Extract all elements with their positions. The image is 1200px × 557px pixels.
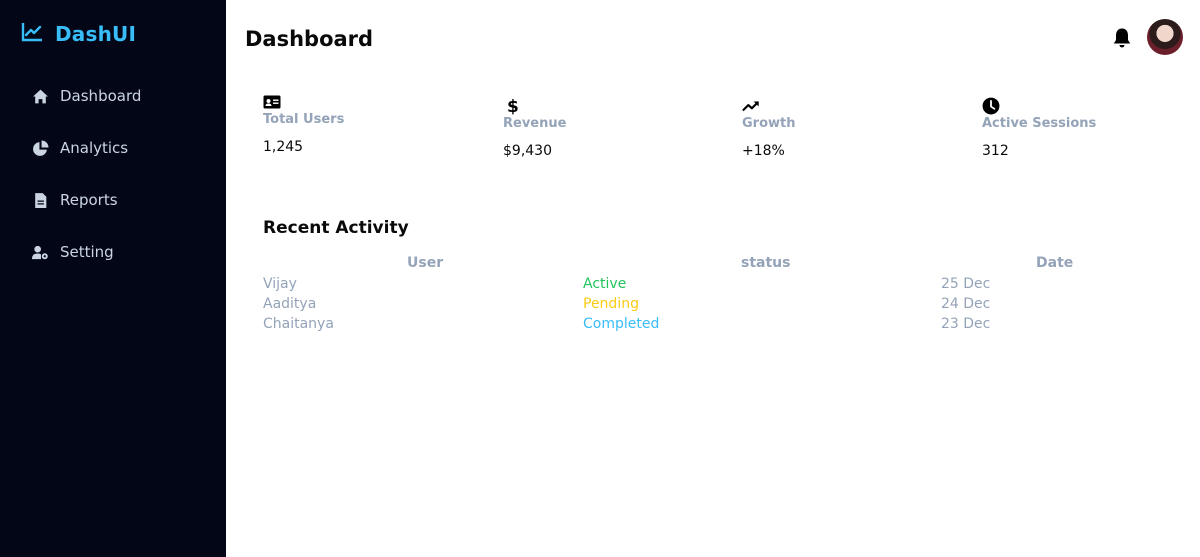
cell-date: 23 Dec [941,316,991,332]
main-content: Dashboard Total Users 1,245 $ Revenue $9… [226,0,1200,557]
page-title: Dashboard [245,27,374,51]
trending-up-icon [742,96,942,116]
stat-label: Revenue [503,116,567,131]
status-badge: Active [583,276,627,292]
sidebar-item-label: Reports [60,191,118,209]
sidebar: DashUI Dashboard Analytics Reports Setti… [0,0,226,557]
stat-label: Growth [742,116,796,131]
svg-text:$: $ [507,97,519,115]
stat-card-total-users: Total Users 1,245 [263,92,463,155]
pie-chart-icon [31,139,49,157]
sidebar-item-label: Analytics [60,139,129,157]
sidebar-item-label: Setting [60,243,114,261]
column-header-status: status [741,255,791,271]
brand-logo[interactable]: DashUI [0,22,226,46]
column-header-user: User [407,255,444,271]
column-header-date: Date [1036,255,1074,271]
cell-user: Chaitanya [263,316,334,332]
stat-value: 1,245 [263,139,304,155]
cell-date: 25 Dec [941,276,991,292]
table-row: Vijay Active 25 Dec [263,276,1163,296]
stat-label: Active Sessions [982,116,1097,131]
home-icon [31,87,49,105]
table-row: Aaditya Pending 24 Dec [263,296,1163,316]
clock-icon [982,96,1182,116]
sidebar-item-setting[interactable]: Setting [0,240,226,264]
sidebar-item-label: Dashboard [60,87,142,105]
id-card-icon [263,92,463,112]
cell-user: Aaditya [263,296,317,312]
sidebar-item-analytics[interactable]: Analytics [0,136,226,160]
dollar-icon: $ [503,96,703,116]
user-gear-icon [31,243,49,261]
status-badge: Completed [583,316,660,332]
bell-icon[interactable] [1112,27,1132,49]
sidebar-item-reports[interactable]: Reports [0,188,226,212]
stat-value: +18% [742,143,785,159]
sidebar-item-dashboard[interactable]: Dashboard [0,84,226,108]
recent-activity-title: Recent Activity [263,218,409,238]
stat-value: $9,430 [503,143,552,159]
stat-card-growth: Growth +18% [742,96,942,159]
chart-line-icon [21,22,55,46]
file-icon [31,191,49,209]
app-root: DashUI Dashboard Analytics Reports Setti… [0,0,1200,557]
cell-date: 24 Dec [941,296,991,312]
user-avatar[interactable] [1147,19,1183,55]
table-row: Chaitanya Completed 23 Dec [263,316,1163,336]
cell-user: Vijay [263,276,297,292]
status-badge: Pending [583,296,639,312]
brand-name: DashUI [55,22,137,46]
stat-card-revenue: $ Revenue $9,430 [503,96,703,159]
stat-card-active-sessions: Active Sessions 312 [982,96,1182,159]
stat-label: Total Users [263,112,345,127]
stat-value: 312 [982,143,1009,159]
